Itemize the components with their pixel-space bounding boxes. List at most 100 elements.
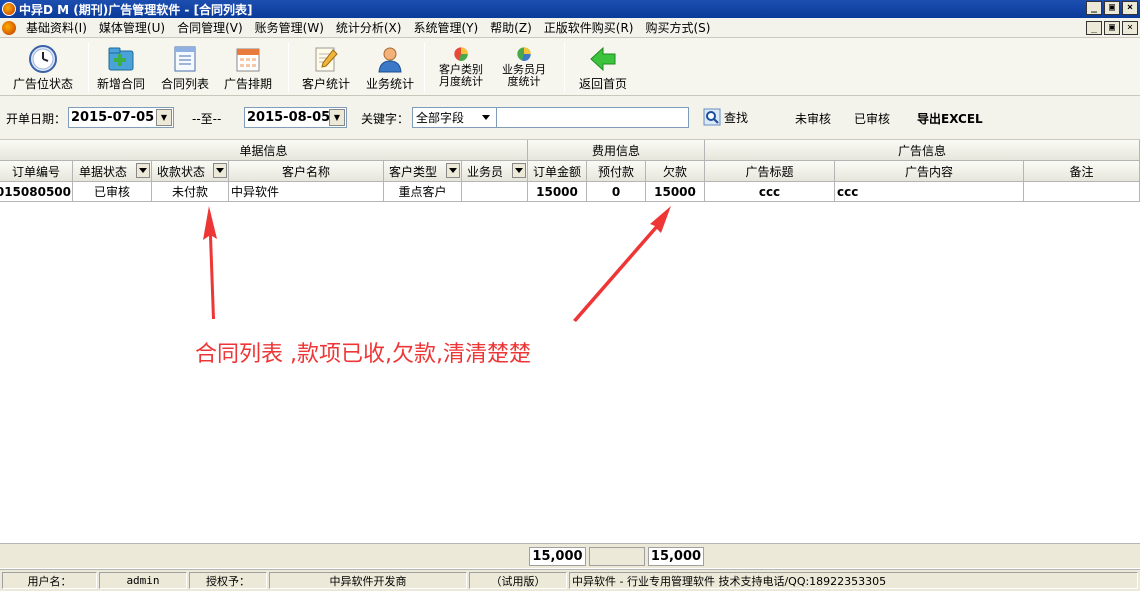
user-value: admin (99, 572, 187, 589)
mdi-minimize-button[interactable]: _ (1086, 21, 1102, 35)
business-stats-button[interactable]: 业务统计 (360, 40, 420, 94)
column-header-salesman[interactable]: 业务员 (462, 161, 528, 182)
pie-chart-icon (517, 47, 531, 61)
summary-bar: 15,000 15,000 (0, 543, 1140, 568)
column-header-prepaid[interactable]: 预付款 (587, 161, 646, 182)
date-from-value: 2015-07-05 (71, 110, 155, 125)
column-header-order-no[interactable]: 订单编号 (0, 161, 73, 182)
restore-button[interactable]: ▣ (1104, 1, 1120, 15)
contract-list-label: 合同列表 (160, 77, 209, 91)
ad-slot-status-label: 广告位状态 (12, 77, 73, 91)
chevron-down-icon[interactable]: ▼ (156, 109, 172, 126)
reviewed-button[interactable]: 已审核 (854, 110, 890, 127)
back-arrow-icon (590, 46, 616, 72)
group-header-fees: 费用信息 (528, 140, 705, 161)
menu-bar: 基础资料(I) 媒体管理(U) 合同管理(V) 账务管理(W) 统计分析(X) … (0, 18, 1140, 38)
unreviewed-button[interactable]: 未审核 (795, 110, 831, 127)
menu-purchase-method[interactable]: 购买方式(S) (639, 19, 716, 36)
table-cell-doc-status[interactable]: 已审核 (73, 182, 152, 202)
mdi-close-button[interactable]: × (1122, 21, 1138, 35)
list-document-icon (174, 46, 196, 72)
toolbar-separator (288, 42, 289, 92)
menu-purchase[interactable]: 正版软件购买(R) (538, 19, 640, 36)
add-folder-icon (108, 47, 134, 71)
close-button[interactable]: × (1122, 1, 1138, 15)
back-home-button[interactable]: 返回首页 (572, 40, 634, 94)
table-cell-customer-type[interactable]: 重点客户 (384, 182, 462, 202)
menu-contract[interactable]: 合同管理(V) (171, 19, 249, 36)
mdi-app-icon[interactable] (2, 20, 16, 35)
status-bar: 用户名： admin 授权予： 中异软件开发商 （试用版） 中异软件 - 行业专… (0, 569, 1140, 591)
user-label: 用户名： (2, 572, 97, 589)
menu-media[interactable]: 媒体管理(U) (93, 19, 171, 36)
table-cell-ad-content[interactable]: ccc (835, 182, 1024, 202)
keyword-field-select[interactable]: 全部字段 (412, 107, 497, 128)
column-header-label: 收款状态 (157, 164, 206, 179)
filter-bar: 开单日期： 2015-07-05 ▼ --至-- 2015-08-05 ▼ 关键… (0, 96, 1140, 140)
menu-system[interactable]: 系统管理(Y) (407, 19, 484, 36)
search-icon (703, 108, 721, 126)
table-cell-salesman[interactable] (462, 182, 528, 202)
calendar-icon (236, 48, 260, 72)
menu-statistics[interactable]: 统计分析(X) (330, 19, 408, 36)
table-cell-prepaid[interactable]: 0 (587, 182, 646, 202)
table-cell-remark[interactable] (1024, 182, 1140, 202)
filter-dropdown-icon[interactable] (136, 163, 150, 178)
column-header-debt[interactable]: 欠款 (646, 161, 705, 182)
salesman-monthly-button[interactable]: 业务员月 度统计 (494, 40, 554, 94)
column-header-customer-type[interactable]: 客户类型 (384, 161, 462, 182)
keyword-label: 关键字： (361, 112, 410, 126)
chevron-down-icon[interactable]: ▼ (329, 109, 345, 126)
mdi-restore-button[interactable]: ▣ (1104, 21, 1120, 35)
filter-dropdown-icon[interactable] (512, 163, 526, 178)
clock-icon (29, 45, 57, 73)
contract-table: 单据信息 费用信息 广告信息 订单编号 单据状态 收款状态 客户名称 客户类型 … (0, 140, 1140, 543)
column-header-remark[interactable]: 备注 (1024, 161, 1140, 182)
menu-help[interactable]: 帮助(Z) (484, 19, 538, 36)
new-contract-button[interactable]: 新增合同 (92, 40, 150, 94)
table-cell-ad-title[interactable]: ccc (705, 182, 835, 202)
minimize-button[interactable]: _ (1086, 1, 1102, 15)
customer-stats-label: 客户统计 (301, 77, 350, 91)
toolbar-separator (88, 42, 89, 92)
table-cell-debt[interactable]: 15000 (646, 182, 705, 202)
customer-stats-button[interactable]: 客户统计 (296, 40, 356, 94)
column-header-doc-status[interactable]: 单据状态 (73, 161, 152, 182)
title-bar: 中异D M (期刊)广告管理软件 - [合同列表] _ ▣ × (0, 0, 1140, 18)
amount-total: 15,000 (529, 547, 586, 566)
window-title: 中异D M (期刊)广告管理软件 - [合同列表] (19, 2, 253, 17)
menu-basic-data[interactable]: 基础资料(I) (20, 19, 93, 36)
column-header-label: 业务员 (467, 164, 504, 179)
search-button[interactable]: 查找 (703, 108, 748, 126)
search-label: 查找 (724, 110, 749, 125)
toolbar-separator (424, 42, 425, 92)
column-header-customer[interactable]: 客户名称 (229, 161, 384, 182)
filter-dropdown-icon[interactable] (213, 163, 227, 178)
table-cell-order-no[interactable]: 2015080500 (0, 182, 73, 202)
salesman-monthly-label: 业务员月 度统计 (502, 63, 546, 88)
mdi-window-controls: _ ▣ × (1086, 21, 1138, 35)
menu-accounts[interactable]: 账务管理(W) (249, 19, 330, 36)
prepaid-total (589, 547, 645, 566)
column-header-amount[interactable]: 订单金额 (528, 161, 587, 182)
column-header-ad-title[interactable]: 广告标题 (705, 161, 835, 182)
toolbar: 广告位状态 新增合同 合同列表 广告排期 客户统计 业务统计 客户类别 月度统计… (0, 38, 1140, 96)
customer-category-monthly-button[interactable]: 客户类别 月度统计 (430, 40, 492, 94)
column-header-ad-content[interactable]: 广告内容 (835, 161, 1024, 182)
keyword-input[interactable] (496, 107, 689, 128)
person-icon (378, 47, 402, 73)
contract-list-button[interactable]: 合同列表 (156, 40, 214, 94)
date-from-picker[interactable]: 2015-07-05 ▼ (68, 107, 174, 128)
ad-schedule-button[interactable]: 广告排期 (218, 40, 278, 94)
group-header-document: 单据信息 (0, 140, 528, 161)
column-header-pay-status[interactable]: 收款状态 (152, 161, 229, 182)
ad-slot-status-button[interactable]: 广告位状态 (4, 40, 82, 94)
filter-dropdown-icon[interactable] (446, 163, 460, 178)
keyword-field-value: 全部字段 (416, 111, 465, 125)
date-to-picker[interactable]: 2015-08-05 ▼ (244, 107, 347, 128)
export-excel-button[interactable]: 导出EXCEL (917, 110, 983, 127)
table-cell-pay-status[interactable]: 未付款 (152, 182, 229, 202)
support-info: 中异软件 - 行业专用管理软件 技术支持电话/QQ:18922353305 (569, 572, 1138, 589)
table-cell-customer[interactable]: 中异软件 (229, 182, 384, 202)
table-cell-amount[interactable]: 15000 (528, 182, 587, 202)
